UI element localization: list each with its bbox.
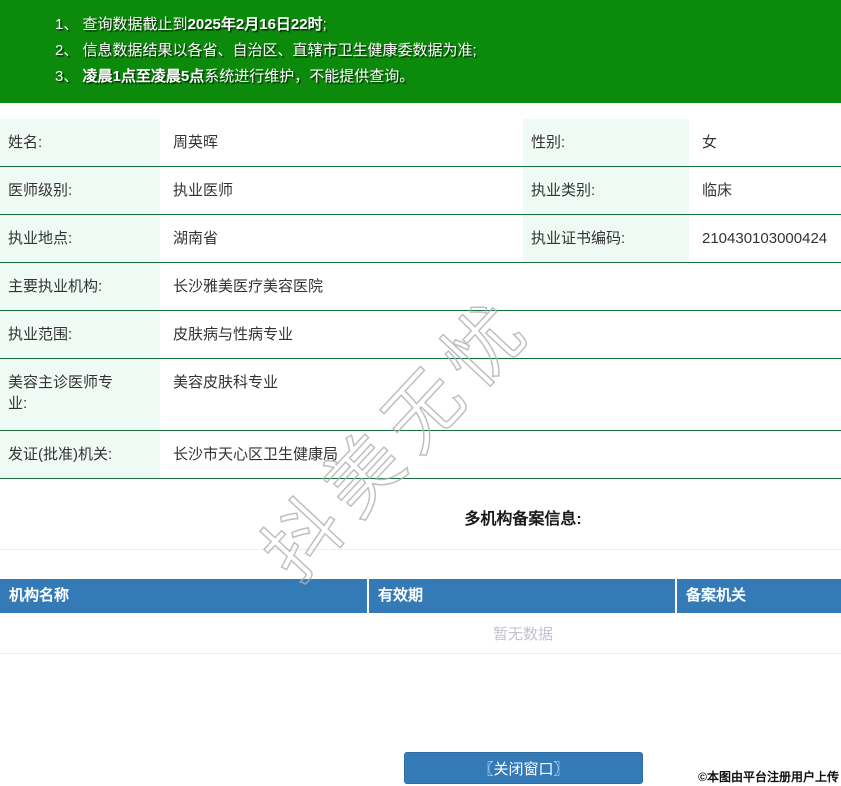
doctor-level-value: 执业医师: [160, 167, 523, 214]
notice-line-3-suffix: 系统进行维护，不能提供查询。: [204, 68, 415, 85]
name-label: 姓名:: [0, 119, 160, 166]
practice-location-value: 湖南省: [160, 215, 523, 262]
cosmetic-specialty-value: 美容皮肤科专业: [160, 359, 841, 430]
practice-category-value: 临床: [689, 167, 841, 214]
table-row: 医师级别: 执业医师 执业类别: 临床: [0, 167, 841, 215]
table-row: 姓名: 周英晖 性别: 女: [0, 119, 841, 167]
column-header-validity: 有效期: [369, 579, 677, 613]
table-row: 主要执业机构: 长沙雅美医疗美容医院: [0, 263, 841, 311]
practice-category-label: 执业类别:: [523, 167, 689, 214]
name-value: 周英晖: [160, 119, 523, 166]
practice-location-label: 执业地点:: [0, 215, 160, 262]
empty-data-text: 暂无数据: [492, 625, 553, 643]
practice-scope-value: 皮肤病与性病专业: [160, 311, 841, 358]
notice-line-3: 3、 凌晨1点至凌晨5点系统进行维护，不能提供查询。: [55, 64, 831, 90]
issuing-authority-value: 长沙市天心区卫生健康局: [160, 431, 841, 478]
close-window-button-label: 〖关闭窗口〗: [478, 760, 569, 778]
certificate-number-value: 210430103000424: [689, 215, 841, 262]
copyright-watermark-text: ©本图由平台注册用户上传: [698, 770, 839, 784]
notice-banner: 1、 查询数据截止到2025年2月16日22时; 2、 信息数据结果以各省、自治…: [0, 0, 841, 103]
multi-org-section-title: 多机构备案信息:: [0, 495, 841, 550]
notice-line-2: 2、 信息数据结果以各省、自治区、直辖市卫生健康委数据为准;: [55, 38, 831, 64]
query-result-page: 1、 查询数据截止到2025年2月16日22时; 2、 信息数据结果以各省、自治…: [0, 0, 841, 786]
doctor-level-label: 医师级别:: [0, 167, 160, 214]
main-institution-label: 主要执业机构:: [0, 263, 160, 310]
notice-line-2-text: 2、 信息数据结果以各省、自治区、直辖市卫生健康委数据为准;: [55, 42, 477, 59]
cosmetic-specialty-label: 美容主诊医师专业:: [0, 359, 160, 430]
practitioner-info-table: 姓名: 周英晖 性别: 女 医师级别: 执业医师 执业类别: 临床 执业地点: …: [0, 119, 841, 479]
notice-line-1-text: 1、 查询数据截止到: [55, 16, 188, 33]
certificate-number-label: 执业证书编码:: [523, 215, 689, 262]
table-row: 发证(批准)机关: 长沙市天心区卫生健康局: [0, 431, 841, 479]
notice-line-3-text: 3、: [55, 68, 83, 85]
notice-line-1-suffix: ;: [322, 16, 327, 33]
multi-org-record-table: 机构名称 有效期 备案机关 暂无数据: [0, 579, 841, 654]
issuing-authority-label: 发证(批准)机关:: [0, 431, 160, 478]
gender-value: 女: [689, 119, 841, 166]
record-table-header: 机构名称 有效期 备案机关: [0, 579, 841, 613]
practice-scope-label: 执业范围:: [0, 311, 160, 358]
notice-line-3-bold: 凌晨1点至凌晨5点: [82, 68, 205, 85]
column-header-institution: 机构名称: [0, 579, 369, 613]
notice-line-1-bold: 2025年2月16日22时: [187, 16, 323, 33]
close-window-button[interactable]: 〖关闭窗口〗: [404, 752, 643, 784]
column-header-filing-authority: 备案机关: [686, 587, 747, 604]
gender-label: 性别:: [523, 119, 689, 166]
empty-data-row: 暂无数据: [0, 613, 841, 654]
main-institution-value: 长沙雅美医疗美容医院: [160, 263, 841, 310]
table-row: 执业范围: 皮肤病与性病专业: [0, 311, 841, 359]
table-row: 执业地点: 湖南省 执业证书编码: 210430103000424: [0, 215, 841, 263]
notice-line-1: 1、 查询数据截止到2025年2月16日22时;: [55, 12, 831, 38]
table-row: 美容主诊医师专业: 美容皮肤科专业: [0, 359, 841, 431]
